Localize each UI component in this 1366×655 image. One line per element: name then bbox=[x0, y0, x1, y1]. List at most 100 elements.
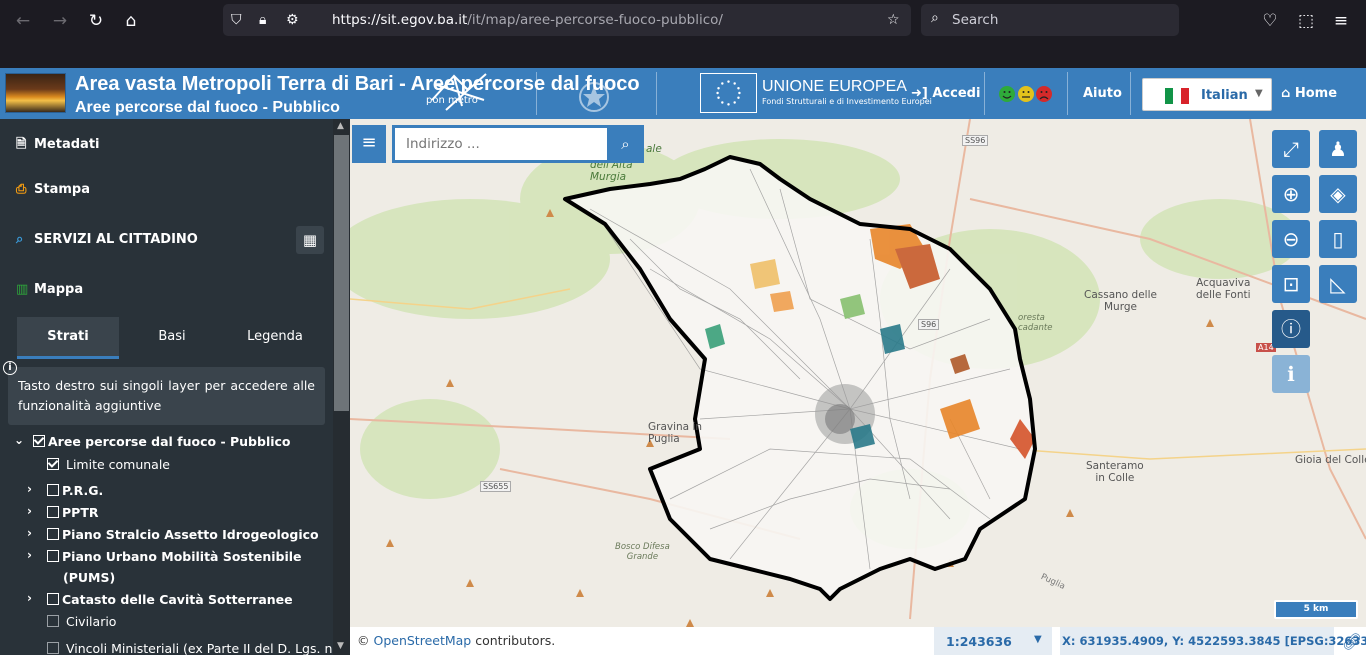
menu-toggle-button[interactable]: ≡ bbox=[352, 125, 386, 163]
hamburger-menu-icon[interactable]: ≡ bbox=[1328, 8, 1354, 34]
url-bar[interactable]: ⛉ 🔒︎ ⚙ https://sit.egov.ba.it/it/map/are… bbox=[223, 4, 911, 36]
layer-group-root[interactable]: Aree percorse dal fuoco - Pubblico bbox=[33, 432, 291, 452]
permissions-icon[interactable]: ⚙ bbox=[286, 10, 299, 30]
chevron-right-icon[interactable]: › bbox=[27, 591, 32, 605]
chevron-right-icon[interactable]: › bbox=[27, 482, 32, 496]
zoom-box-icon: ⊡ bbox=[1282, 272, 1300, 296]
identify-button[interactable]: ⓘ bbox=[1272, 310, 1310, 348]
address-input[interactable] bbox=[395, 128, 607, 160]
layer-label: Piano Stralcio Assetto Idrogeologico bbox=[62, 527, 319, 542]
map-canvas[interactable]: Acquaviva delle Fonti Cassano delle Murge … bbox=[350, 119, 1366, 627]
satisfaction-rating[interactable] bbox=[998, 84, 1054, 104]
scroll-up-icon[interactable]: ▲ bbox=[337, 121, 344, 131]
link-icon[interactable]: 🔗︎ bbox=[1342, 632, 1362, 651]
zoom-in-icon: ⊕ bbox=[1282, 182, 1300, 206]
address-search-button[interactable]: ⌕ bbox=[610, 128, 641, 160]
tab-legenda[interactable]: Legenda bbox=[225, 317, 325, 359]
place-label-foresta: oresta cadante bbox=[1018, 313, 1053, 333]
bookmark-star-icon[interactable]: ☆ bbox=[887, 10, 900, 30]
tab-basi[interactable]: Basi bbox=[121, 317, 223, 359]
checkbox[interactable] bbox=[47, 506, 59, 518]
scale-value: 1:243636 bbox=[946, 634, 1012, 649]
layer-group-prg[interactable]: P.R.G. bbox=[47, 481, 103, 501]
checkbox[interactable] bbox=[47, 458, 59, 470]
place-label-gravina: Gravina in Puglia bbox=[648, 421, 703, 445]
measure-length-button[interactable]: ▯ bbox=[1319, 220, 1357, 258]
scroll-down-icon[interactable]: ▼ bbox=[337, 641, 344, 651]
zoom-out-button[interactable]: ⊖ bbox=[1272, 220, 1310, 258]
chevron-down-icon[interactable]: ⌄ bbox=[14, 433, 24, 447]
layer-label: Vincoli Ministeriali (ex Parte II del D.… bbox=[65, 641, 337, 655]
sidebar-item-map[interactable]: ▥ Mappa bbox=[16, 282, 83, 297]
add-layer-button[interactable]: ◈ bbox=[1319, 175, 1357, 213]
osm-link[interactable]: OpenStreetMap bbox=[373, 633, 471, 648]
checkbox[interactable] bbox=[47, 642, 59, 654]
layer-vincoli[interactable]: Vincoli Ministeriali (ex Parte II del D.… bbox=[47, 639, 336, 655]
calculator-button[interactable]: ▦ bbox=[296, 226, 324, 254]
tip-text: Tasto destro sui singoli layer per acced… bbox=[18, 378, 315, 413]
lock-icon[interactable]: 🔒︎ bbox=[259, 10, 266, 30]
sidebar-item-print[interactable]: ⎙ Stampa bbox=[16, 182, 90, 197]
sidebar-item-metadata[interactable]: 🗎︎ Metadati bbox=[16, 135, 100, 157]
help-link[interactable]: Aiuto bbox=[1083, 86, 1122, 101]
zoom-box-button[interactable]: ⊡ bbox=[1272, 265, 1310, 303]
login-button[interactable]: ➜] Accedi bbox=[911, 86, 980, 101]
back-arrow-icon[interactable]: ← bbox=[10, 8, 36, 34]
url-text[interactable]: https://sit.egov.ba.it/it/map/aree-perco… bbox=[332, 12, 723, 28]
language-select[interactable]: Italian ▼ bbox=[1142, 78, 1272, 111]
search-icon: ⌕ bbox=[621, 135, 630, 153]
eu-subtitle: Fondi Strutturali e di Investimento Euro… bbox=[762, 97, 932, 106]
chevron-right-icon[interactable]: › bbox=[27, 504, 32, 518]
shield-icon[interactable]: ⛉ bbox=[231, 10, 242, 30]
layer-limite-comunale[interactable]: Limite comunale bbox=[47, 455, 170, 475]
layers-plus-icon: ◈ bbox=[1330, 182, 1346, 206]
info-circle-icon: ⓘ bbox=[1281, 317, 1301, 341]
streetview-button[interactable]: ♟ bbox=[1319, 130, 1357, 168]
pocket-icon[interactable]: ♡ bbox=[1257, 8, 1283, 34]
sidebar-scrollbar-thumb[interactable] bbox=[334, 135, 349, 411]
fire-logo-image bbox=[5, 73, 66, 113]
sidebar-item-services[interactable]: ⌕ SERVIZI AL CITTADINO bbox=[16, 232, 198, 247]
coordinate-readout: X: 631935.4909, Y: 4522593.3845 [EPSG:32… bbox=[1060, 627, 1366, 655]
ponmetro-logo bbox=[431, 73, 487, 111]
measure-area-button[interactable]: ◺ bbox=[1319, 265, 1357, 303]
home-icon[interactable]: ⌂ bbox=[118, 8, 144, 34]
place-label-cassano: Cassano delle Murge bbox=[1084, 289, 1157, 313]
pegman-icon: ♟ bbox=[1329, 137, 1347, 161]
scale-select[interactable]: 1:243636 ▼ bbox=[934, 627, 1052, 655]
browser-search-bar[interactable]: ⌕ Search bbox=[921, 4, 1179, 36]
tab-strati[interactable]: Strati bbox=[17, 317, 119, 359]
fullscreen-button[interactable]: ⤢ bbox=[1272, 130, 1310, 168]
layer-group-pai[interactable]: Piano Stralcio Assetto Idrogeologico bbox=[47, 525, 319, 545]
browser-toolbar: ← → ↻ ⌂ ⛉ 🔒︎ ⚙ https://sit.egov.ba.it/it… bbox=[0, 0, 1366, 68]
hamburger-icon: ≡ bbox=[361, 132, 377, 153]
layer-group-catasto[interactable]: Catasto delle Cavità Sotterranee bbox=[47, 590, 293, 610]
chevron-right-icon[interactable]: › bbox=[27, 548, 32, 562]
checkbox[interactable] bbox=[47, 528, 59, 540]
checkbox[interactable] bbox=[47, 593, 59, 605]
reload-icon[interactable]: ↻ bbox=[83, 8, 109, 34]
checkbox[interactable] bbox=[47, 550, 59, 562]
zoom-in-button[interactable]: ⊕ bbox=[1272, 175, 1310, 213]
extensions-icon[interactable]: ⬚ bbox=[1293, 8, 1319, 34]
italy-flag-icon bbox=[1165, 88, 1189, 104]
chevron-right-icon[interactable]: › bbox=[27, 526, 32, 540]
forward-arrow-icon[interactable]: → bbox=[47, 8, 73, 34]
url-path: /it/map/aree-percorse-fuoco-pubblico/ bbox=[467, 12, 723, 28]
language-label: Italian bbox=[1201, 88, 1248, 103]
query-info-button[interactable]: ℹ bbox=[1272, 355, 1310, 393]
layer-group-pums[interactable]: Piano Urbano Mobilità Sostenibile bbox=[47, 547, 302, 567]
url-host: https://sit.egov.ba.it bbox=[332, 12, 468, 28]
checkbox[interactable] bbox=[47, 484, 59, 496]
layer-label-continued: (PUMS) bbox=[63, 570, 116, 585]
ruler-icon: ▯ bbox=[1332, 227, 1344, 251]
info-panel-icon: ℹ bbox=[1287, 362, 1295, 386]
layer-civilario[interactable]: Civilario bbox=[47, 612, 116, 632]
home-link[interactable]: ⌂ Home bbox=[1281, 86, 1337, 101]
layer-group-pptr[interactable]: PPTR bbox=[47, 503, 98, 523]
checkbox[interactable] bbox=[33, 435, 45, 447]
checkbox[interactable] bbox=[47, 615, 59, 627]
set-square-icon: ◺ bbox=[1330, 272, 1346, 296]
place-label-acquaviva: Acquaviva delle Fonti bbox=[1196, 277, 1251, 301]
sidebar-item-label: Metadati bbox=[34, 137, 100, 152]
